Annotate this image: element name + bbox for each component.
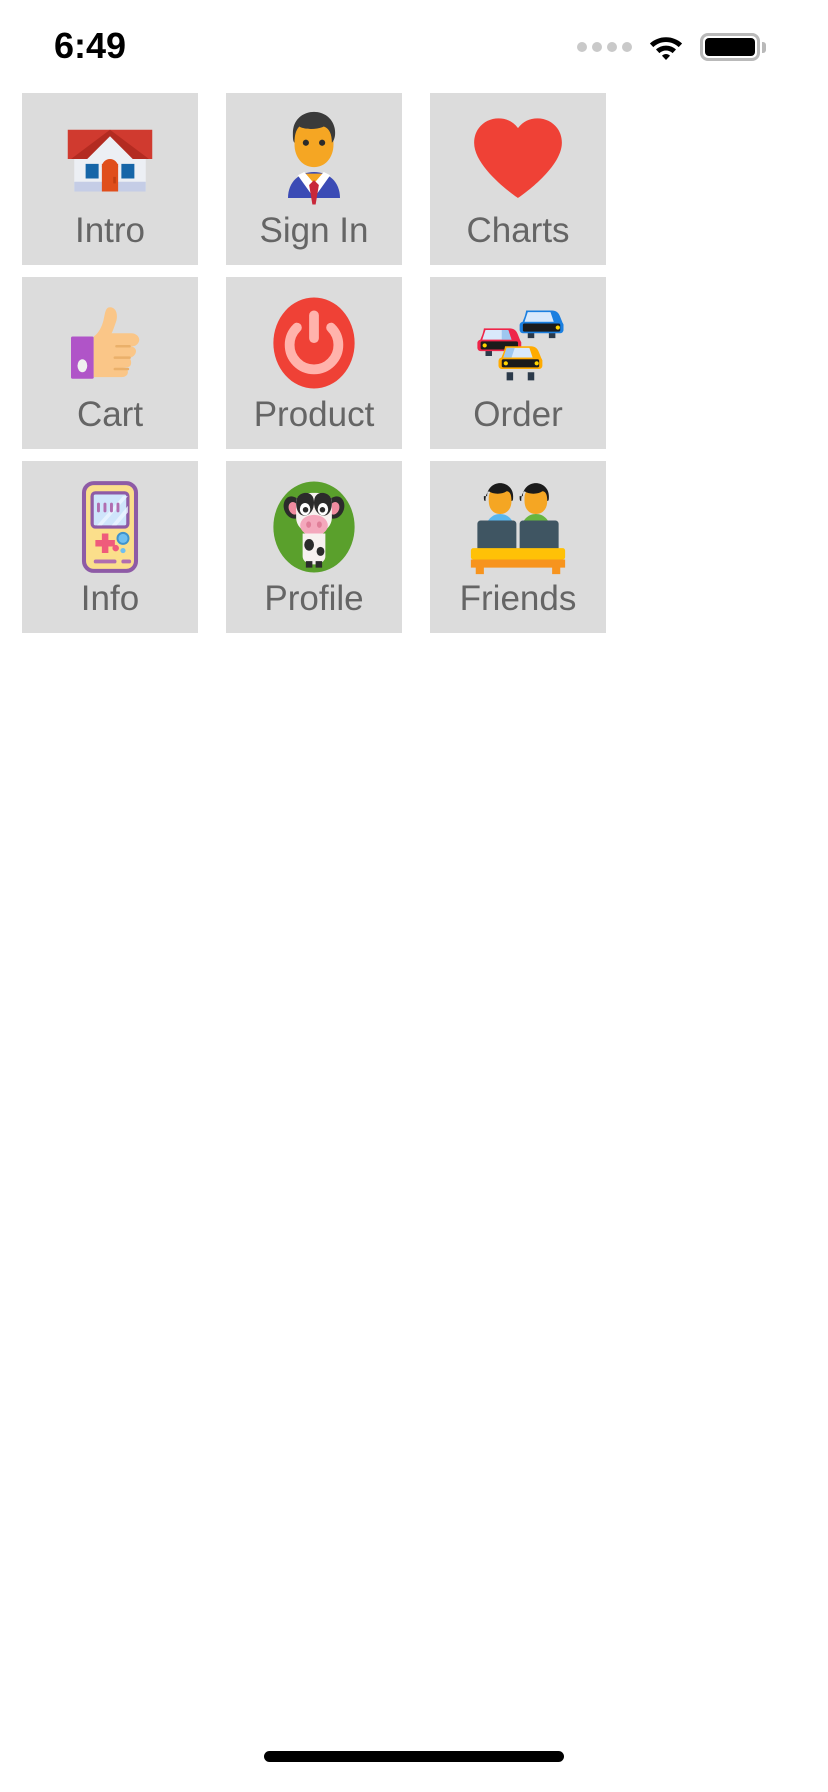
tile-friends[interactable]: Friends (430, 461, 606, 633)
thumbs-up-icon (58, 291, 162, 395)
home-indicator[interactable] (264, 1750, 564, 1762)
tile-cart[interactable]: Cart (22, 277, 198, 449)
tile-info[interactable]: Info (22, 461, 198, 633)
app-grid: Intro Sign In Charts Cart Product Order … (0, 84, 828, 633)
tile-label: Product (253, 395, 375, 434)
status-bar-time: 6:49 (54, 25, 127, 66)
tile-label: Profile (264, 579, 364, 618)
wifi-icon (649, 37, 683, 60)
tile-label: Order (473, 395, 563, 434)
tile-sign-in[interactable]: Sign In (226, 93, 402, 265)
tile-label: Sign In (259, 211, 369, 250)
man-in-suit-icon (262, 107, 366, 211)
tile-label: Intro (74, 211, 146, 250)
power-button-icon (262, 291, 366, 395)
tile-label: Friends (459, 579, 577, 618)
cow-face-icon (262, 475, 366, 579)
battery-full-icon (700, 33, 766, 61)
status-bar: 6:49 (0, 0, 828, 84)
two-people-at-desks-icon (466, 475, 570, 579)
tile-order[interactable]: Order (430, 277, 606, 449)
house-icon (58, 107, 162, 211)
home-indicator-area (0, 1732, 828, 1792)
grid-row: Info Profile Friends (0, 461, 828, 633)
tile-profile[interactable]: Profile (226, 461, 402, 633)
signal-dots-icon (577, 42, 632, 52)
grid-row: Cart Product Order (0, 277, 828, 449)
grid-row: Intro Sign In Charts (0, 93, 828, 265)
status-bar-indicators (577, 33, 766, 61)
tile-charts[interactable]: Charts (430, 93, 606, 265)
tile-intro[interactable]: Intro (22, 93, 198, 265)
tile-label: Info (80, 579, 140, 618)
tile-product[interactable]: Product (226, 277, 402, 449)
handheld-game-console-icon (58, 475, 162, 579)
heart-icon (466, 107, 570, 211)
tile-label: Charts (466, 211, 570, 250)
cars-icon (466, 291, 570, 395)
tile-label: Cart (76, 395, 144, 434)
